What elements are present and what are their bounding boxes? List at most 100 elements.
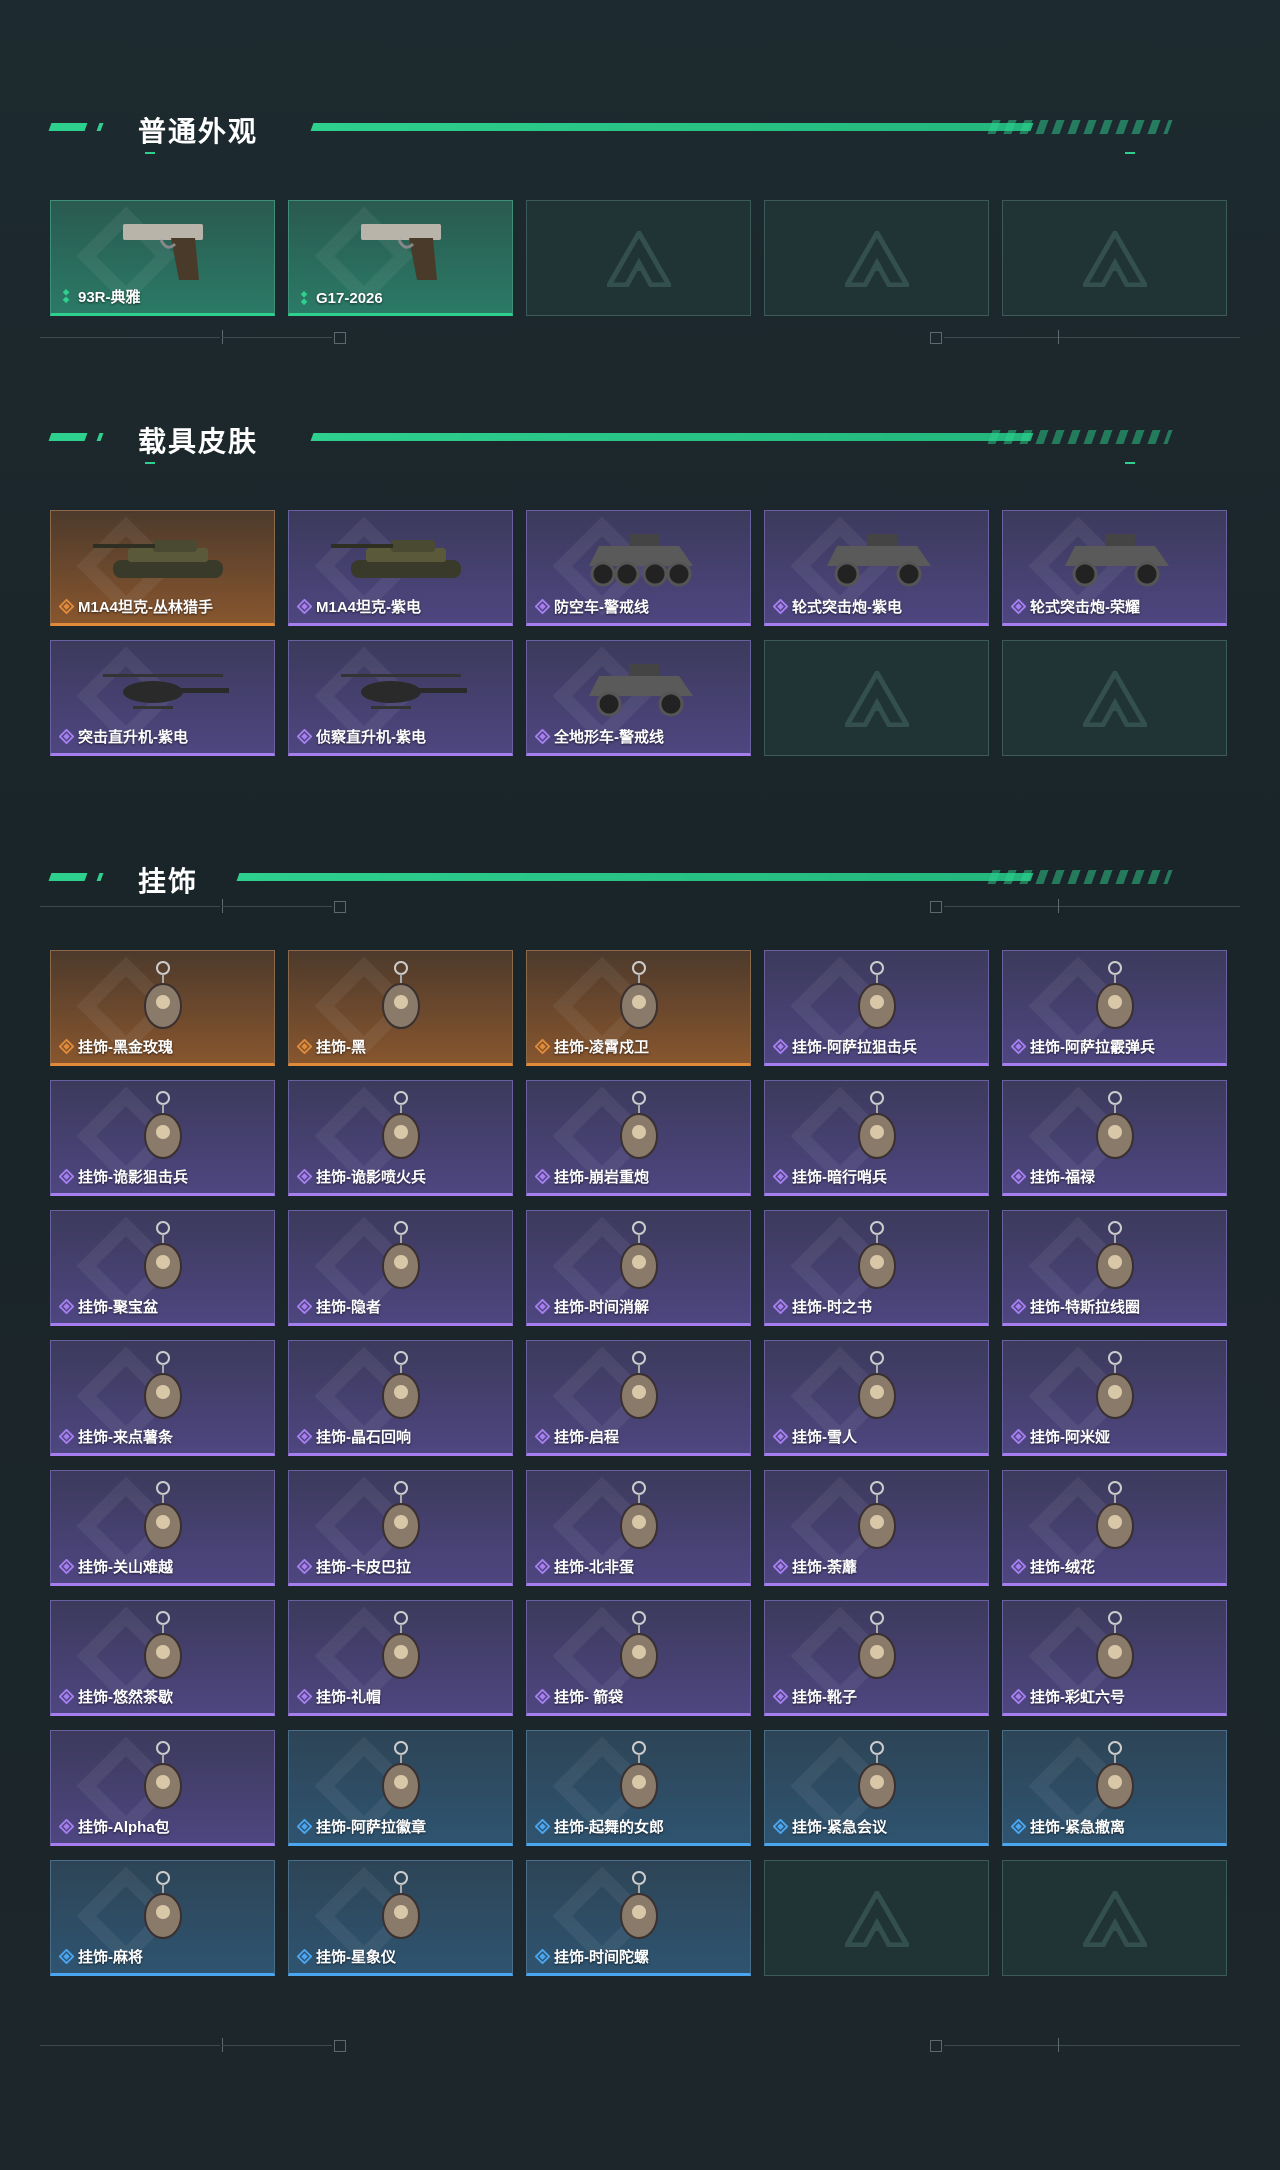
item-thumbnail (289, 1217, 512, 1299)
item-card[interactable]: 挂饰-礼帽 (288, 1600, 513, 1716)
item-card[interactable]: G17-2026 (288, 200, 513, 316)
empty-slot (526, 200, 751, 316)
item-card[interactable]: 挂饰-黑金玫瑰 (50, 950, 275, 1066)
charm-icon (381, 961, 420, 1029)
item-card[interactable]: 轮式突击炮-荣耀 (1002, 510, 1227, 626)
item-card[interactable]: 挂饰-紧急撤离 (1002, 1730, 1227, 1846)
charm-icon (1095, 1351, 1134, 1419)
item-label: 挂饰-悠然茶歇 (59, 1686, 270, 1707)
item-card[interactable]: 防空车-警戒线 (526, 510, 751, 626)
item-card[interactable]: 挂饰-北非蛋 (526, 1470, 751, 1586)
charm-icon (619, 1221, 658, 1289)
item-label: 挂饰-礼帽 (297, 1686, 508, 1707)
helicopter-icon (340, 674, 467, 709)
item-label: 93R-典雅 (59, 286, 270, 307)
item-card[interactable]: M1A4坦克-紫电 (288, 510, 513, 626)
empty-slot (1002, 640, 1227, 756)
item-label: 挂饰-聚宝盆 (59, 1296, 270, 1317)
header-checker (987, 120, 1173, 134)
item-thumbnail (51, 517, 274, 599)
item-card[interactable]: 挂饰-麻将 (50, 1860, 275, 1976)
item-card[interactable]: 挂饰-卡皮巴拉 (288, 1470, 513, 1586)
item-name: 轮式突击炮-荣耀 (1030, 599, 1140, 616)
item-card[interactable]: 挂饰-凌霄戍卫 (526, 950, 751, 1066)
item-card[interactable]: 挂饰-启程 (526, 1340, 751, 1456)
item-name: 突击直升机-紫电 (78, 729, 188, 746)
item-thumbnail (527, 1217, 750, 1299)
item-card[interactable]: 轮式突击炮-紫电 (764, 510, 989, 626)
item-card[interactable]: 挂饰-靴子 (764, 1600, 989, 1716)
rarity-blue-icon (1011, 1819, 1026, 1834)
item-card[interactable]: 挂饰-阿萨拉徽章 (288, 1730, 513, 1846)
charm-icon (1095, 1221, 1134, 1289)
item-name: 挂饰-靴子 (792, 1689, 857, 1706)
item-card[interactable]: 侦察直升机-紫电 (288, 640, 513, 756)
helicopter-icon (102, 674, 229, 709)
tank-icon (330, 540, 461, 578)
item-card[interactable]: 挂饰-特斯拉线圈 (1002, 1210, 1227, 1326)
item-card[interactable]: 挂饰-星象仪 (288, 1860, 513, 1976)
logo-watermark-icon (1083, 1891, 1147, 1947)
item-label: 挂饰-绒花 (1011, 1556, 1222, 1577)
item-card[interactable]: 挂饰-起舞的女郎 (526, 1730, 751, 1846)
empty-slot (764, 640, 989, 756)
item-card[interactable]: 挂饰-荼蘼 (764, 1470, 989, 1586)
item-card[interactable]: 挂饰-关山难越 (50, 1470, 275, 1586)
item-card[interactable]: 挂饰-绒花 (1002, 1470, 1227, 1586)
section-title: 挂饰 (138, 866, 199, 897)
item-card[interactable]: 挂饰-阿萨拉霰弹兵 (1002, 950, 1227, 1066)
header-bar (310, 123, 1034, 131)
item-card[interactable]: 挂饰-崩岩重炮 (526, 1080, 751, 1196)
item-card[interactable]: 挂饰-阿萨拉狙击兵 (764, 950, 989, 1066)
item-card[interactable]: 挂饰-聚宝盆 (50, 1210, 275, 1326)
item-label: M1A4坦克-紫电 (297, 596, 508, 617)
item-name: 挂饰-紧急会议 (792, 1819, 887, 1836)
item-card[interactable]: 挂饰-黑 (288, 950, 513, 1066)
rarity-purple-icon (297, 1169, 312, 1184)
item-card[interactable]: 挂饰-隐者 (288, 1210, 513, 1326)
charm-icon (381, 1611, 420, 1679)
item-card[interactable]: 挂饰-诡影喷火兵 (288, 1080, 513, 1196)
item-name: 挂饰-阿萨拉徽章 (316, 1819, 426, 1836)
rarity-purple-icon (297, 599, 312, 614)
item-name: 挂饰-隐者 (316, 1299, 381, 1316)
charm-icon (1095, 1481, 1134, 1549)
item-card[interactable]: 挂饰-彩虹六号 (1002, 1600, 1227, 1716)
rarity-purple-icon (773, 1039, 788, 1054)
item-label: 挂饰-时间陀螺 (535, 1946, 746, 1967)
rarity-purple-icon (773, 1299, 788, 1314)
charm-icon (381, 1351, 420, 1419)
item-card[interactable]: 挂饰-时间陀螺 (526, 1860, 751, 1976)
item-label: 挂饰-荼蘼 (773, 1556, 984, 1577)
item-card[interactable]: 挂饰-晶石回响 (288, 1340, 513, 1456)
rarity-purple-icon (773, 1169, 788, 1184)
item-card[interactable]: 挂饰-阿米娅 (1002, 1340, 1227, 1456)
header-bar (236, 873, 1034, 881)
item-thumbnail (765, 1087, 988, 1169)
item-card[interactable]: 93R-典雅 (50, 200, 275, 316)
item-card[interactable]: 挂饰-暗行哨兵 (764, 1080, 989, 1196)
item-card[interactable]: 挂饰-诡影狙击兵 (50, 1080, 275, 1196)
item-name: 挂饰-凌霄戍卫 (554, 1039, 649, 1056)
item-label: 挂饰-阿萨拉狙击兵 (773, 1036, 984, 1057)
item-thumbnail (765, 1217, 988, 1299)
charm-icon (1095, 1091, 1134, 1159)
item-label: 挂饰-阿米娅 (1011, 1426, 1222, 1447)
item-card[interactable]: 挂饰-紧急会议 (764, 1730, 989, 1846)
rarity-purple-icon (535, 1299, 550, 1314)
item-card[interactable]: 挂饰-Alpha包 (50, 1730, 275, 1846)
item-card[interactable]: 挂饰- 箭袋 (526, 1600, 751, 1716)
item-card[interactable]: 挂饰-悠然茶歇 (50, 1600, 275, 1716)
rarity-green-icon (62, 289, 70, 304)
item-name: M1A4坦克-紫电 (316, 599, 422, 616)
item-card[interactable]: 挂饰-福禄 (1002, 1080, 1227, 1196)
item-card[interactable]: 挂饰-雪人 (764, 1340, 989, 1456)
item-card[interactable]: 挂饰-时之书 (764, 1210, 989, 1326)
item-card[interactable]: 全地形车-警戒线 (526, 640, 751, 756)
item-name: G17-2026 (316, 290, 383, 307)
item-card[interactable]: 挂饰-来点薯条 (50, 1340, 275, 1456)
item-card[interactable]: 挂饰-时间消解 (526, 1210, 751, 1326)
header-accent (48, 433, 88, 441)
item-card[interactable]: M1A4坦克-丛林猎手 (50, 510, 275, 626)
item-card[interactable]: 突击直升机-紫电 (50, 640, 275, 756)
